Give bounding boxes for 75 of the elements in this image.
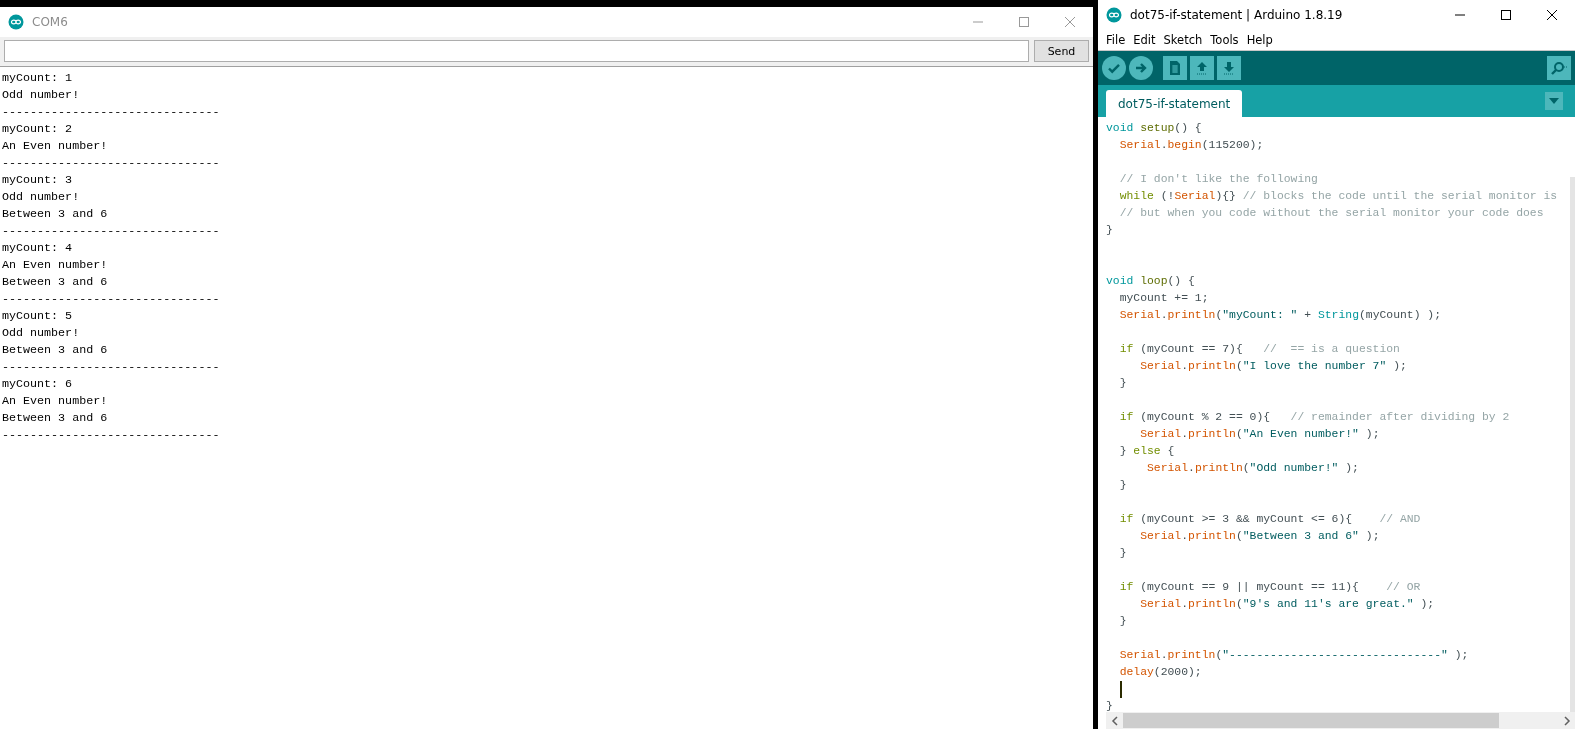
code-line: Serial.println("I love the number 7" );: [1139, 359, 1407, 374]
code-line: }: [1106, 223, 1113, 238]
output-line: Between 3 and 6: [2, 410, 108, 427]
caret-down-icon: [1549, 98, 1559, 104]
code-line: if (myCount >= 3 && myCount <= 6){ // AND: [1118, 512, 1421, 527]
text-cursor: [1120, 681, 1122, 698]
code-line: }: [1118, 614, 1127, 629]
tab-menu-button[interactable]: [1545, 92, 1563, 110]
code-line: Serial.println("9's and 11's are great." );: [1139, 597, 1435, 612]
output-line: An Even number!: [2, 393, 108, 410]
code-line: void loop() {: [1106, 274, 1195, 289]
code-line: Serial.println("Odd number!" );: [1146, 461, 1359, 476]
output-line: -------------------------------: [2, 427, 220, 444]
input-field[interactable]: [4, 40, 1029, 62]
arrow-up-icon: [1194, 60, 1210, 76]
code-line: if (myCount == 9 || myCount == 11){ // OR: [1118, 580, 1421, 595]
code-line: void setup() {: [1106, 121, 1202, 136]
output-line: -------------------------------: [2, 359, 220, 376]
code-line: // I don't like the following: [1118, 172, 1318, 187]
menu-item[interactable]: Sketch: [1159, 32, 1207, 48]
menu-item[interactable]: File: [1102, 32, 1130, 48]
menu-item[interactable]: Edit: [1129, 32, 1160, 48]
code-line: Serial.println("-------------------------------" );: [1118, 648, 1469, 663]
code-line: while (!Serial){} // blocks the code until the serial monitor is: [1118, 189, 1558, 204]
code-line: Serial.println("An Even number!" );: [1139, 427, 1380, 442]
output-line: myCount: 1: [2, 70, 73, 87]
output-line: Odd number!: [2, 189, 80, 206]
output-line: -------------------------------: [2, 155, 220, 172]
output-line: myCount: 4: [2, 240, 73, 257]
output-line: myCount: 6: [2, 376, 73, 393]
file-tab[interactable]: dot75-if-statement: [1106, 90, 1243, 117]
code-line: if (myCount == 7){ // == is a question: [1118, 342, 1400, 357]
output-line: Between 3 and 6: [2, 342, 108, 359]
output-line: myCount: 3: [2, 172, 73, 189]
code-line: Serial.println("Between 3 and 6" );: [1139, 529, 1380, 544]
window-title: COM6: [32, 15, 68, 29]
upload-button[interactable]: [1129, 56, 1153, 80]
code-line: delay(2000);: [1118, 665, 1202, 680]
code-line: // but when you code without the serial monitor your code does: [1118, 206, 1544, 221]
save-button[interactable]: [1217, 56, 1241, 80]
code-line: Serial.println("myCount: " + String(myCount) );: [1118, 308, 1441, 323]
code-line: }: [1118, 478, 1127, 493]
horizontal-scrollbar[interactable]: [1106, 712, 1575, 729]
output-line: An Even number!: [2, 138, 108, 155]
vertical-scrollbar[interactable]: [1570, 177, 1575, 712]
code-line: } else {: [1118, 444, 1175, 459]
logo-icon: [8, 14, 24, 30]
send-button[interactable]: Send: [1034, 40, 1089, 62]
output-line: myCount: 5: [2, 308, 73, 325]
verify-button[interactable]: [1102, 56, 1126, 80]
output-line: myCount: 2: [2, 121, 73, 138]
output-line: Odd number!: [2, 325, 80, 342]
code-line: if (myCount % 2 == 0){ // remainder after dividing by 2: [1118, 410, 1510, 425]
output-line: Odd number!: [2, 87, 80, 104]
code-line: }: [1118, 376, 1127, 391]
output-line: -------------------------------: [2, 104, 220, 121]
menu-item[interactable]: Help: [1242, 32, 1277, 48]
logo-icon: [1106, 7, 1122, 23]
new-button[interactable]: [1163, 56, 1187, 80]
output-line: An Even number!: [2, 257, 108, 274]
menu-item[interactable]: Tools: [1206, 32, 1243, 48]
code-line: Serial.begin(115200);: [1118, 138, 1264, 153]
serial-monitor-button[interactable]: [1547, 56, 1571, 80]
code-line: myCount += 1;: [1118, 291, 1209, 306]
code-line: }: [1106, 699, 1113, 712]
output-line: -------------------------------: [2, 223, 220, 240]
window-title: dot75-if-statement | Arduino 1.8.19: [1130, 8, 1343, 22]
output-line: Between 3 and 6: [2, 206, 108, 223]
code-line: }: [1118, 546, 1127, 561]
magnifier-icon: [1550, 60, 1568, 76]
output-line: -------------------------------: [2, 291, 220, 308]
document-icon: [1167, 60, 1183, 76]
output-line: Between 3 and 6: [2, 274, 108, 291]
arrow-down-icon: [1221, 60, 1237, 76]
open-button[interactable]: [1190, 56, 1214, 80]
